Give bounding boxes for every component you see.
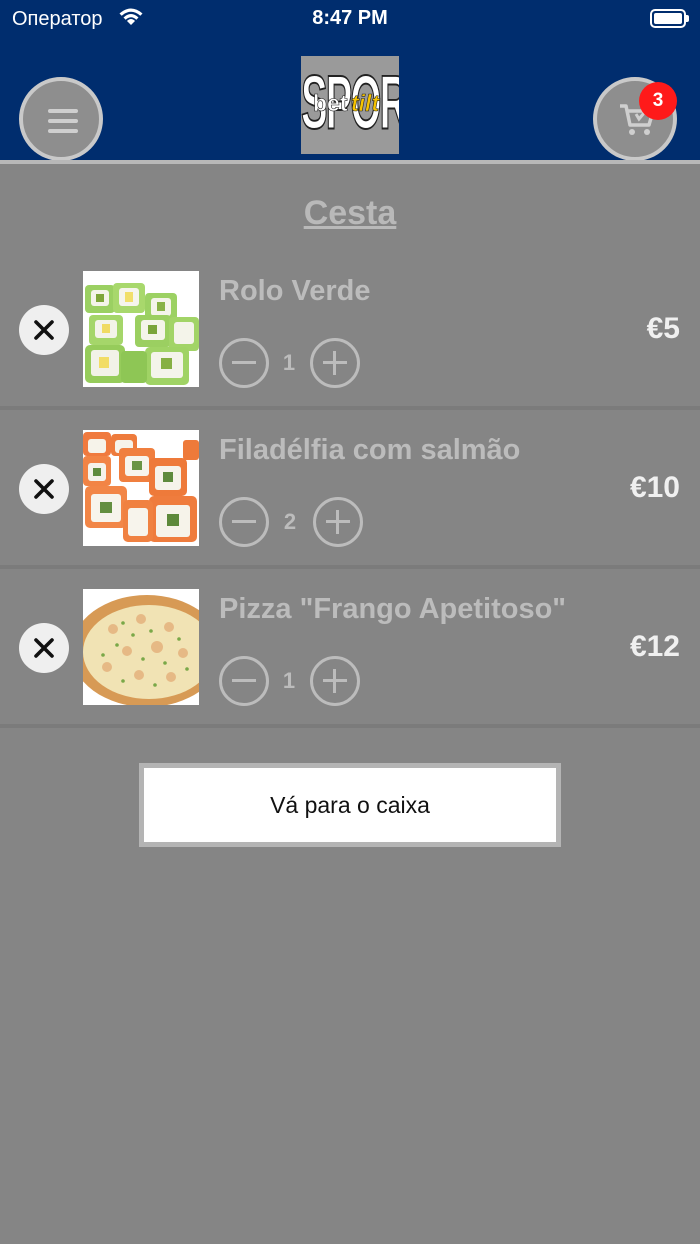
cart-item: Pizza "Frango Apetitoso" 1 €12: [0, 570, 700, 728]
item-price: €10: [629, 471, 680, 504]
status-time: 8:47 PM: [312, 7, 388, 29]
cart-item: Rolo Verde 1 €5: [0, 252, 700, 410]
item-name: Filadélfia com salmão: [219, 434, 521, 466]
item-image: [83, 589, 199, 705]
increase-quantity-button[interactable]: [310, 656, 360, 706]
remove-item-button[interactable]: [19, 623, 69, 673]
menu-button[interactable]: [19, 77, 103, 161]
increase-quantity-button[interactable]: [310, 338, 360, 388]
battery-icon: [650, 9, 689, 28]
hamburger-icon: [48, 109, 78, 133]
item-price: €12: [629, 630, 680, 663]
header-divider: [0, 160, 700, 164]
page-title: Cesta: [303, 194, 397, 232]
close-icon: [34, 479, 54, 499]
item-image: [83, 271, 199, 387]
item-price: €5: [646, 312, 680, 345]
cart-item: Filadélfia com salmão 2 €10: [0, 411, 700, 569]
checkout-button[interactable]: Vá para o caixa: [139, 763, 561, 847]
decrease-quantity-button[interactable]: [219, 338, 269, 388]
item-quantity: 1: [282, 350, 296, 375]
item-name: Pizza "Frango Apetitoso": [219, 593, 567, 625]
close-icon: [34, 320, 54, 340]
app-header: Оператор 8:47 PM SPORTS bet tilt 3: [0, 0, 700, 161]
cart-count-badge: 3: [639, 82, 677, 120]
item-image: [83, 430, 199, 546]
remove-item-button[interactable]: [19, 464, 69, 514]
close-icon: [34, 638, 54, 658]
item-quantity: 2: [283, 509, 297, 534]
remove-item-button[interactable]: [19, 305, 69, 355]
decrease-quantity-button[interactable]: [219, 656, 269, 706]
logo: SPORTS bet tilt: [301, 56, 399, 154]
item-name: Rolo Verde: [219, 275, 371, 307]
increase-quantity-button[interactable]: [313, 497, 363, 547]
minus-circle-icon: [232, 361, 256, 364]
item-quantity: 1: [282, 668, 296, 693]
minus-circle-icon: [232, 679, 256, 682]
decrease-quantity-button[interactable]: [219, 497, 269, 547]
minus-circle-icon: [232, 520, 256, 523]
